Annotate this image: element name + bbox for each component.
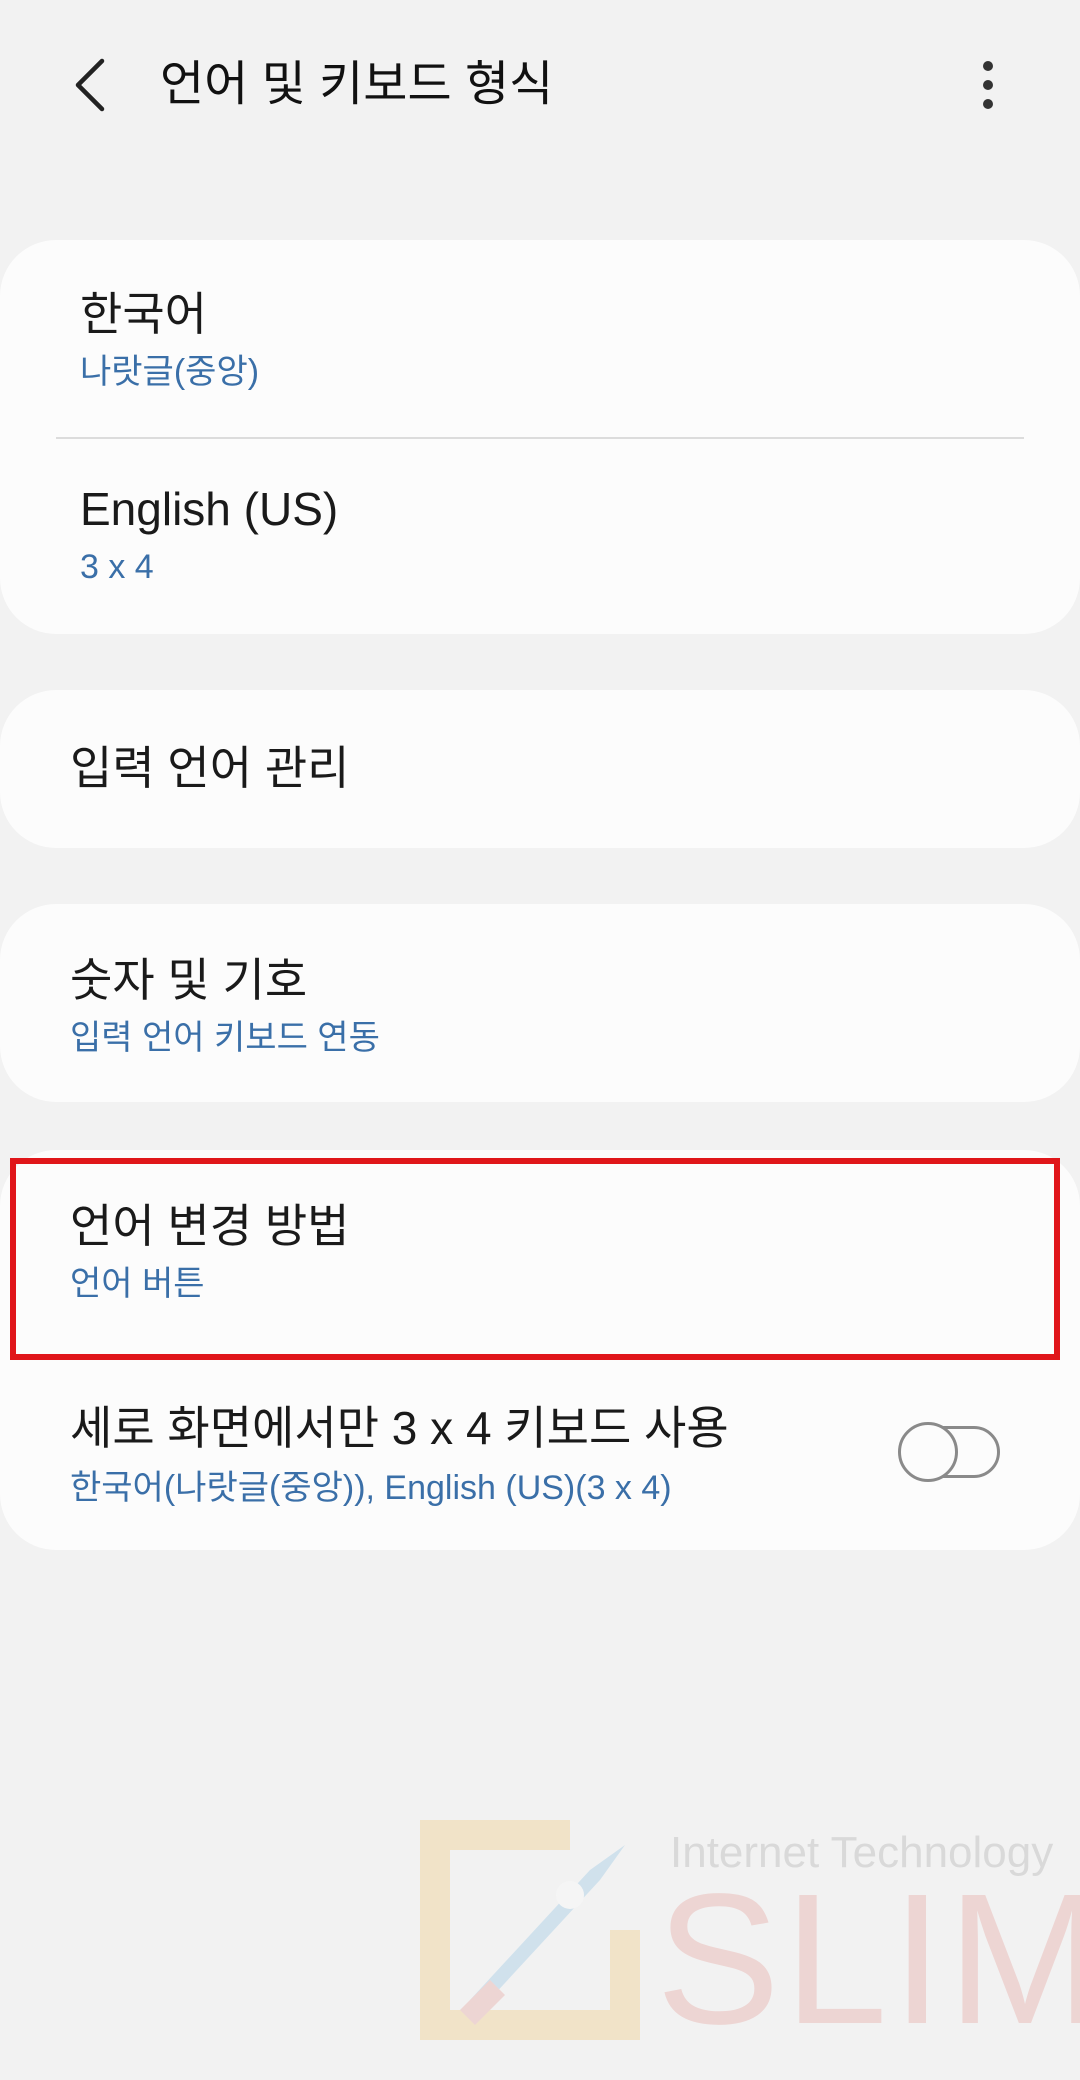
language-item-korean[interactable]: 한국어 나랏글(중앙) [0,240,1080,437]
page-title: 언어 및 키보드 형식 [160,58,554,111]
watermark: Internet Technology SLIM [410,1810,1080,2060]
chevron-left-icon [75,58,105,112]
app-bar: 언어 및 키보드 형식 [0,0,1080,170]
language-title: English (US) [80,483,339,535]
toggle-knob [898,1422,958,1482]
portrait-3x4-title: 세로 화면에서만 3 x 4 키보드 사용 [70,1402,729,1454]
language-item-english[interactable]: English (US) 3 x 4 [0,439,1080,634]
highlight-annotation [10,1158,1060,1360]
language-title: 한국어 [80,288,207,340]
language-layout: 나랏글(중앙) [80,353,260,391]
numbers-symbols-subtitle: 입력 언어 키보드 연동 [70,1019,380,1057]
more-vert-icon [983,61,993,109]
numbers-symbols-title: 숫자 및 기호 [70,954,308,1006]
keyboard-languages-card: 한국어 나랏글(중앙) English (US) 3 x 4 [0,240,1080,634]
manage-languages-card[interactable]: 입력 언어 관리 [0,690,1080,848]
portrait-3x4-subtitle: 한국어(나랏글(중앙)), English (US)(3 x 4) [70,1469,672,1507]
rocket-logo-icon [420,1820,640,2040]
watermark-brand: SLIM [656,1856,1080,2063]
language-layout: 3 x 4 [80,548,154,586]
back-button[interactable] [60,50,120,120]
manage-languages-title: 입력 언어 관리 [70,742,350,794]
numbers-symbols-card[interactable]: 숫자 및 기호 입력 언어 키보드 연동 [0,904,1080,1102]
more-options-button[interactable] [964,50,1012,120]
portrait-3x4-toggle[interactable] [898,1422,1002,1482]
